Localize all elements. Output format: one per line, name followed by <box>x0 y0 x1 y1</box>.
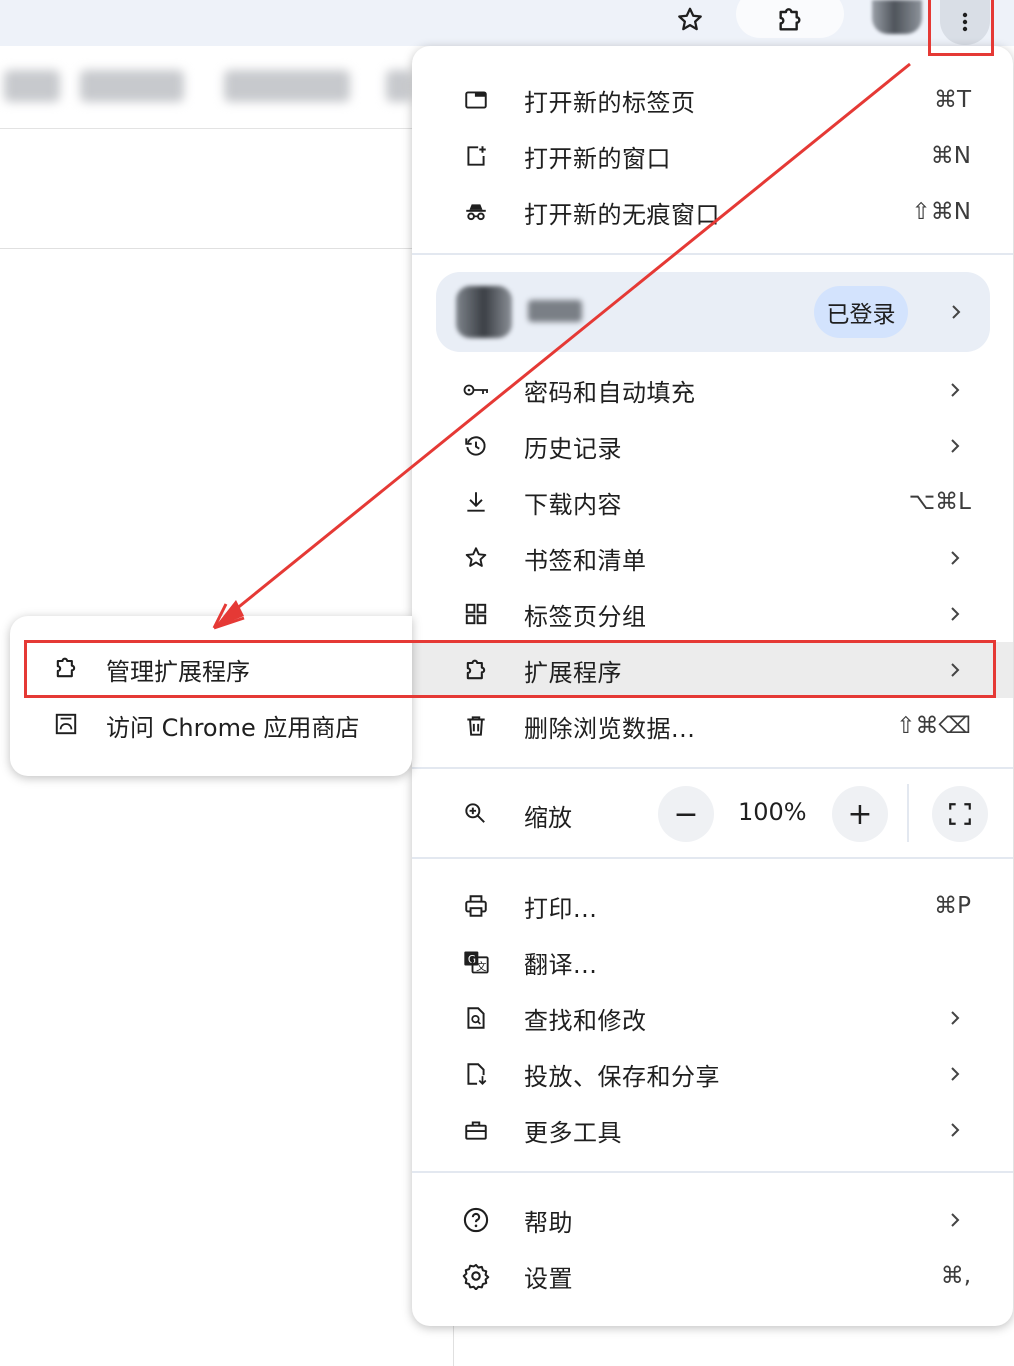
chevron-right-icon <box>951 551 960 565</box>
menu-separator <box>412 1171 1013 1173</box>
chevron-right-icon <box>951 383 960 397</box>
menu-item-label: 帮助 <box>524 1208 573 1237</box>
menu-separator <box>412 857 1013 859</box>
help-icon <box>462 1206 490 1234</box>
cast-save-share-icon <box>462 1060 490 1088</box>
menu-item-cast-save-share[interactable]: 投放、保存和分享 <box>412 1046 1013 1102</box>
menu-item-new-tab[interactable]: 打开新的标签页 ⌘T <box>412 72 1013 128</box>
history-icon <box>462 432 490 460</box>
menu-item-downloads[interactable]: 下载内容 ⌥⌘L <box>412 474 1013 530</box>
menu-item-label: 投放、保存和分享 <box>524 1062 720 1091</box>
web-store-icon <box>52 710 80 738</box>
fullscreen-button[interactable] <box>932 786 988 842</box>
chevron-right-icon <box>951 1123 960 1137</box>
submenu-item-label: 访问 Chrome 应用商店 <box>106 714 360 742</box>
submenu-item-web-store[interactable]: 访问 Chrome 应用商店 <box>10 696 412 752</box>
menu-item-label: 书签和清单 <box>524 546 647 575</box>
settings-icon <box>462 1262 490 1290</box>
profile-row[interactable]: 已登录 <box>436 272 990 352</box>
annotation-box-extensions <box>24 640 996 698</box>
find-icon <box>462 1004 490 1032</box>
menu-item-bookmarks[interactable]: 书签和清单 <box>412 530 1013 586</box>
menu-item-passwords[interactable]: 密码和自动填充 <box>412 362 1013 418</box>
profile-name-blurred <box>528 300 582 322</box>
annotation-box-menu-button <box>928 0 994 56</box>
menu-item-incognito[interactable]: 打开新的无痕窗口 ⇧⌘N <box>412 184 1013 240</box>
blurred-bookmark[interactable] <box>224 70 350 102</box>
menu-item-print[interactable]: 打印... ⌘P <box>412 878 1013 934</box>
menu-item-label: 删除浏览数据... <box>524 714 696 743</box>
new-tab-icon <box>462 86 490 114</box>
shortcut-label: ⌘T <box>933 87 971 113</box>
download-icon <box>462 488 490 516</box>
divider <box>0 248 414 249</box>
chevron-right-icon <box>951 607 960 621</box>
menu-item-new-window[interactable]: 打开新的窗口 ⌘N <box>412 128 1013 184</box>
zoom-row: 缩放 − 100% + <box>412 784 1013 842</box>
star-icon <box>678 7 702 31</box>
chevron-right-icon <box>951 1067 960 1081</box>
extensions-puzzle-icon <box>779 8 801 31</box>
menu-item-translate[interactable]: G文 翻译... <box>412 934 1013 990</box>
menu-item-find[interactable]: 查找和修改 <box>412 990 1013 1046</box>
zoom-in-button[interactable]: + <box>832 786 888 842</box>
menu-item-label: 标签页分组 <box>524 602 647 631</box>
chevron-right-icon <box>951 439 960 453</box>
shortcut-label: ⌥⌘L <box>908 489 971 515</box>
incognito-icon <box>462 198 490 226</box>
zoom-value: 100% <box>738 798 807 826</box>
translate-icon: G文 <box>462 948 490 976</box>
shortcut-label: ⌘P <box>934 893 971 919</box>
menu-item-history[interactable]: 历史记录 <box>412 418 1013 474</box>
menu-item-label: 打开新的标签页 <box>524 88 696 117</box>
extensions-button[interactable] <box>764 0 816 40</box>
menu-item-label: 下载内容 <box>524 490 622 519</box>
bookmark-star-button[interactable] <box>660 0 720 40</box>
menu-item-label: 历史记录 <box>524 434 622 463</box>
menu-item-label: 打印... <box>524 894 598 923</box>
blurred-bookmark[interactable] <box>80 70 184 102</box>
new-window-icon <box>462 142 490 170</box>
zoom-divider <box>907 784 909 842</box>
menu-separator <box>412 253 1013 255</box>
menu-item-more-tools[interactable]: 更多工具 <box>412 1102 1013 1158</box>
blurred-bookmark[interactable] <box>4 70 60 102</box>
menu-item-help[interactable]: 帮助 <box>412 1192 1013 1248</box>
star-icon <box>462 544 490 572</box>
menu-item-label: 打开新的无痕窗口 <box>524 200 720 229</box>
profile-avatar <box>456 286 512 338</box>
menu-item-label: 更多工具 <box>524 1118 622 1147</box>
menu-item-label: 密码和自动填充 <box>524 378 696 407</box>
shortcut-label: ⇧⌘⌫ <box>896 713 971 739</box>
toolbox-icon <box>462 1116 490 1144</box>
bookmarks-bar <box>0 46 420 129</box>
svg-text:文: 文 <box>476 960 487 973</box>
trash-icon <box>462 712 490 740</box>
zoom-out-button[interactable]: − <box>658 786 714 842</box>
fullscreen-icon <box>949 803 971 825</box>
blurred-bookmark-folder[interactable] <box>386 70 412 102</box>
menu-item-label: 打开新的窗口 <box>524 144 671 173</box>
shortcut-label: ⇧⌘N <box>911 199 971 225</box>
menu-item-tab-groups[interactable]: 标签页分组 <box>412 586 1013 642</box>
menu-item-settings[interactable]: 设置 ⌘, <box>412 1248 1013 1304</box>
zoom-icon <box>462 800 490 828</box>
profile-avatar[interactable] <box>872 0 922 34</box>
key-icon <box>462 376 490 404</box>
menu-item-label: 查找和修改 <box>524 1006 647 1035</box>
browser-toolbar <box>0 0 1014 46</box>
menu-separator <box>412 767 1013 769</box>
chevron-right-icon <box>951 1011 960 1025</box>
menu-item-label: 翻译... <box>524 950 598 979</box>
shortcut-label: ⌘N <box>930 143 971 169</box>
chevron-right-icon <box>952 305 961 319</box>
chevron-right-icon <box>951 1213 960 1227</box>
print-icon <box>462 892 490 920</box>
tab-groups-icon <box>462 600 490 628</box>
menu-item-label: 设置 <box>524 1264 573 1293</box>
shortcut-label: ⌘, <box>940 1263 971 1289</box>
menu-item-clear-data[interactable]: 删除浏览数据... ⇧⌘⌫ <box>412 698 1013 754</box>
zoom-label: 缩放 <box>524 804 572 832</box>
signed-in-badge: 已登录 <box>814 286 908 338</box>
